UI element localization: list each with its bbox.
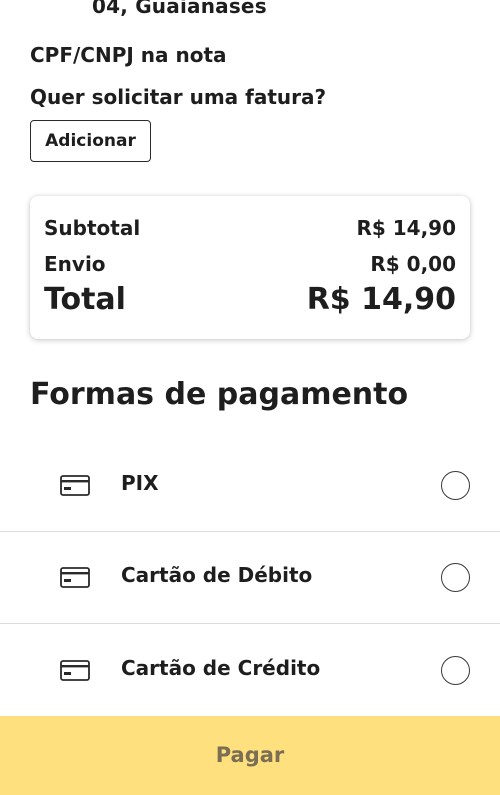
invoice-question: Quer solicitar uma fatura?: [30, 85, 327, 109]
total-value: R$ 14,90: [306, 282, 456, 317]
total-row: Total R$ 14,90: [44, 282, 456, 317]
pay-button[interactable]: Pagar: [0, 716, 500, 795]
card-icon: [60, 660, 90, 681]
payment-option-debit[interactable]: Cartão de Débito: [0, 532, 500, 624]
pay-button-label: Pagar: [215, 742, 285, 767]
payment-option-label: PIX: [121, 471, 159, 495]
total-label: Total: [44, 282, 126, 317]
payment-radio-credit[interactable]: [441, 656, 470, 685]
shipping-row: Envio R$ 0,00: [44, 252, 456, 276]
payment-methods-title: Formas de pagamento: [30, 377, 409, 412]
payment-option-label: Cartão de Crédito: [121, 656, 321, 680]
card-icon: [60, 567, 90, 588]
add-invoice-button[interactable]: Adicionar: [30, 120, 151, 162]
shipping-label: Envio: [44, 252, 106, 276]
shipping-value: R$ 0,00: [370, 252, 456, 276]
cpf-section-title: CPF/CNPJ na nota: [30, 43, 227, 67]
payment-radio-pix[interactable]: [441, 471, 470, 500]
payment-option-label: Cartão de Débito: [121, 563, 313, 587]
subtotal-value: R$ 14,90: [356, 216, 456, 240]
order-summary-card: Subtotal R$ 14,90 Envio R$ 0,00 Total R$…: [30, 196, 470, 339]
payment-option-pix[interactable]: PIX: [0, 440, 500, 532]
payment-radio-debit[interactable]: [441, 563, 470, 592]
card-icon: [60, 475, 90, 496]
subtotal-row: Subtotal R$ 14,90: [44, 216, 456, 240]
address-partial-line: 04, Guaianases: [92, 0, 267, 18]
payment-option-credit[interactable]: Cartão de Crédito: [0, 625, 500, 717]
subtotal-label: Subtotal: [44, 216, 141, 240]
